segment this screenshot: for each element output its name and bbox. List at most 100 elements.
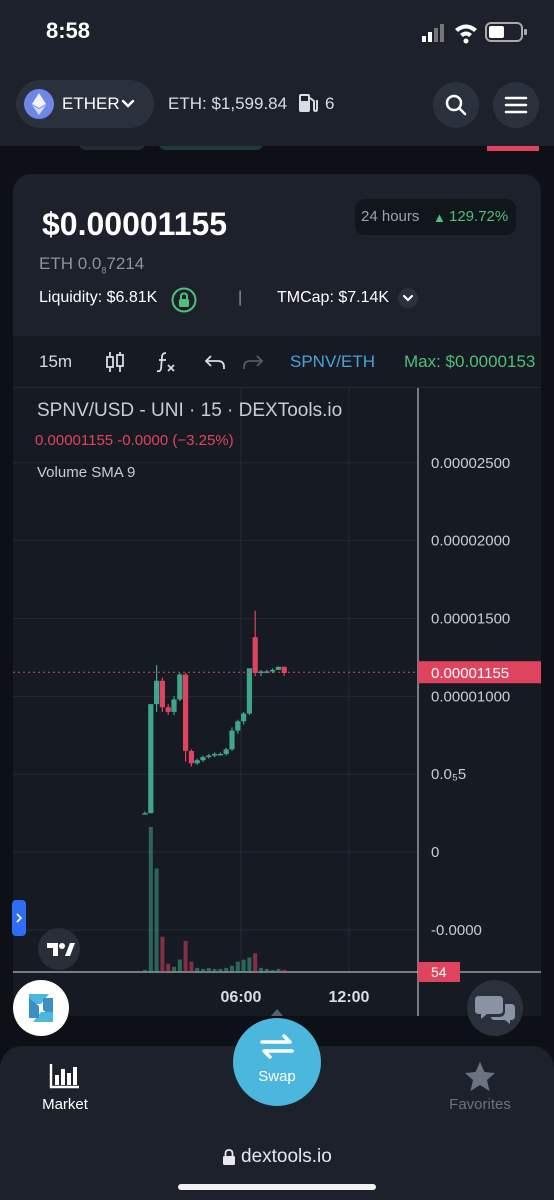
candle-body xyxy=(142,813,148,815)
y-tick-label: 0.00001500 xyxy=(431,610,510,627)
strip-accent xyxy=(487,146,539,151)
candle-body xyxy=(217,753,223,756)
candle-body xyxy=(212,753,218,756)
ethereum-icon xyxy=(24,89,54,119)
candle-body xyxy=(154,680,160,705)
candle-body xyxy=(235,721,241,731)
volume-bar xyxy=(270,969,275,972)
candlestick-type-icon[interactable] xyxy=(103,350,127,374)
chart-panel: 15m SPNV/ETH Max: $0.0000153 0.00002500 0… xyxy=(13,336,541,1016)
volume-bar xyxy=(264,968,269,972)
volume-bar xyxy=(224,967,229,972)
lock-icon xyxy=(223,1149,235,1165)
strip-chip xyxy=(158,146,264,150)
candle-body xyxy=(275,666,281,670)
pair-toggle-button[interactable]: SPNV/ETH xyxy=(290,352,375,372)
candle-body xyxy=(194,760,200,764)
dextools-icon xyxy=(29,994,53,1022)
y-tick-label: 0.00002500 xyxy=(431,455,510,472)
gas-pump-icon xyxy=(299,94,318,113)
scroll-up-icon xyxy=(271,1009,283,1016)
x-tick-label: 06:00 xyxy=(221,989,262,1006)
candle-body xyxy=(171,699,177,712)
volume-bar xyxy=(183,940,188,972)
tab-favorites[interactable]: Favorites xyxy=(440,1060,520,1120)
y-tick-label: -0.0000 xyxy=(431,922,482,939)
signal-icon xyxy=(422,24,444,42)
undo-icon[interactable] xyxy=(203,350,227,374)
lock-icon[interactable] xyxy=(171,287,197,313)
volume-bar xyxy=(189,961,194,972)
tab-market[interactable]: Market xyxy=(30,1060,100,1120)
volume-bar xyxy=(259,967,263,972)
volume-bar xyxy=(177,959,182,972)
volume-bar xyxy=(282,969,287,972)
volume-bar xyxy=(241,959,246,972)
eth-price: ETH: $1,599.84 xyxy=(168,94,288,113)
dextools-logo[interactable] xyxy=(13,980,69,1036)
url-domain[interactable]: dextools.io xyxy=(241,1146,332,1168)
bar-chart-icon xyxy=(49,1064,79,1089)
star-icon xyxy=(465,1062,495,1091)
change-24h[interactable]: 24 hours ▲ 129.72% xyxy=(355,199,516,235)
volume-tag-label: 54 xyxy=(431,964,447,980)
change-period: 24 hours xyxy=(361,208,420,225)
arrow-up-icon: ▲ xyxy=(433,210,446,225)
candle-body xyxy=(177,674,183,700)
candle-body xyxy=(270,669,276,672)
header-strip xyxy=(0,146,554,160)
browser-url-bar: dextools.io xyxy=(0,1134,554,1200)
side-drawer-tab[interactable] xyxy=(12,900,26,936)
swap-arrows-icon xyxy=(260,1034,294,1059)
candlestick-chart[interactable]: 0.00002500 0.00002000 0.00001500 0.00001000… xyxy=(13,388,541,1016)
redo-icon[interactable] xyxy=(241,350,265,374)
chevron-down-icon xyxy=(402,294,414,302)
chevron-right-icon xyxy=(16,913,23,923)
status-icons xyxy=(422,22,527,44)
tradingview-icon xyxy=(47,943,75,956)
battery-icon xyxy=(485,22,527,42)
chat-bubbles-icon xyxy=(475,996,515,1024)
volume-bar xyxy=(166,963,171,972)
swap-label: Swap xyxy=(258,1068,296,1085)
volume-bar xyxy=(218,968,223,972)
hamburger-icon xyxy=(504,96,528,114)
current-price-label: 0.00001155 xyxy=(431,665,509,682)
volume-bar xyxy=(143,969,147,972)
candle-body xyxy=(252,637,258,673)
volume-bar xyxy=(148,827,153,972)
status-bar: 8:58 xyxy=(0,0,554,66)
search-icon xyxy=(445,94,467,116)
candle-body xyxy=(223,749,229,754)
candle-body xyxy=(183,674,189,751)
separator: | xyxy=(238,289,243,306)
volume-bar xyxy=(172,966,176,972)
timeframe-button[interactable]: 15m xyxy=(39,352,72,372)
tmcap-expand-button[interactable] xyxy=(398,288,418,308)
menu-button[interactable] xyxy=(493,82,539,128)
tab-market-label: Market xyxy=(42,1096,88,1113)
chart-legend-values: 0.00001155 -0.0000 (−3.25%) xyxy=(35,432,234,449)
candle-body xyxy=(165,707,171,712)
wifi-icon xyxy=(455,24,477,44)
search-button[interactable] xyxy=(433,82,479,128)
volume-bar xyxy=(160,936,165,972)
chat-button[interactable] xyxy=(467,980,523,1036)
tradingview-logo[interactable] xyxy=(38,928,80,970)
top-nav: ETHER ETH: $1,599.84 6 xyxy=(0,66,554,146)
change-value: 129.72% xyxy=(449,208,509,225)
chain-selector[interactable]: ETHER xyxy=(16,80,154,128)
chain-label: ETHER xyxy=(62,94,120,113)
chart-legend-title: SPNV/USD - UNI · 15 · DEXTools.io xyxy=(37,400,343,421)
candle-body xyxy=(229,730,235,750)
candle-body xyxy=(206,755,212,758)
volume-bar xyxy=(253,953,258,972)
gas-value: 6 xyxy=(325,94,335,113)
x-tick-label: 12:00 xyxy=(329,989,370,1006)
y-tick-label: 0.0₅5 xyxy=(431,766,466,783)
status-time: 8:58 xyxy=(46,18,91,43)
indicators-icon[interactable] xyxy=(154,350,178,374)
home-indicator xyxy=(178,1184,376,1190)
volume-bar xyxy=(195,967,200,972)
swap-button[interactable]: Swap xyxy=(233,1018,321,1106)
